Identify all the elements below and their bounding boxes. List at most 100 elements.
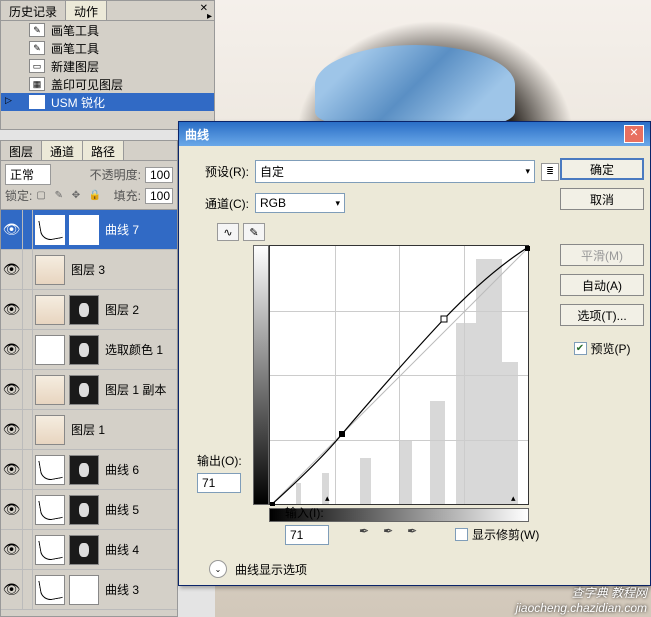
layer-thumb[interactable] [35, 575, 65, 605]
panel-menu-icon[interactable]: ▸ [207, 11, 212, 22]
mask-thumb[interactable] [69, 215, 99, 245]
eyedropper-gray-icon[interactable]: ✒ [383, 524, 393, 538]
fill-input[interactable]: 100 [145, 188, 173, 204]
channel-value: RGB [260, 196, 286, 210]
link-column [23, 570, 33, 609]
mask-thumb[interactable] [69, 455, 99, 485]
layer-name-label: 图层 1 副本 [105, 381, 177, 398]
expand-options-icon[interactable]: ⌄ [209, 560, 227, 578]
fill-label: 填充: [114, 187, 141, 204]
input-input[interactable] [285, 525, 329, 545]
options-button[interactable]: 选项(T)... [560, 304, 644, 326]
layer-thumb[interactable] [35, 335, 65, 365]
mask-thumb[interactable] [69, 535, 99, 565]
curve-graph[interactable] [269, 245, 529, 505]
layer-thumb[interactable] [35, 495, 65, 525]
tab-history[interactable]: 历史记录 [1, 1, 66, 20]
layers-panel: 图层 通道 路径 正常 不透明度: 100 锁定: ▢ ✎ ✥ 🔒 填充: 10… [0, 140, 178, 617]
mask-thumb[interactable] [69, 495, 99, 525]
mask-thumb[interactable] [69, 335, 99, 365]
slider-marker-icon[interactable]: ▴ [511, 493, 516, 504]
history-item[interactable]: ✎画笔工具 [1, 39, 214, 57]
layer-name-label: 曲线 7 [105, 221, 177, 238]
lock-label: 锁定: [5, 187, 32, 204]
layer-thumb[interactable] [35, 455, 65, 485]
chevron-down-icon: ▾ [335, 198, 340, 209]
visibility-eye-icon[interactable]: 👁 [1, 210, 23, 249]
preset-select[interactable]: 自定 ▾ [255, 160, 535, 183]
layer-row[interactable]: 👁 曲线 4 [1, 530, 177, 570]
layer-name-label: 曲线 4 [105, 541, 177, 558]
layer-thumb[interactable] [35, 215, 65, 245]
smooth-button: 平滑(M) [560, 244, 644, 266]
layer-row[interactable]: 👁曲线 5 [1, 490, 177, 530]
curve-line [270, 246, 530, 506]
visibility-eye-icon[interactable]: 👁 [1, 570, 23, 609]
channel-select[interactable]: RGB ▾ [255, 193, 345, 213]
history-item[interactable]: ▦盖印可见图层 [1, 75, 214, 93]
eyedropper-white-icon[interactable]: ✒ [407, 524, 417, 538]
blend-mode-select[interactable]: 正常 [5, 164, 51, 185]
visibility-eye-icon[interactable]: 👁 [1, 490, 23, 529]
link-column [23, 370, 33, 409]
link-column [23, 490, 33, 529]
tab-layers[interactable]: 图层 [1, 141, 42, 160]
layer-row[interactable]: 👁图层 1 [1, 410, 177, 450]
history-item[interactable]: ▭新建图层 [1, 57, 214, 75]
mask-thumb[interactable] [69, 575, 99, 605]
tab-actions[interactable]: 动作 [66, 1, 107, 20]
cancel-button[interactable]: 取消 [560, 188, 644, 210]
history-item[interactable]: ▤USM 锐化 [1, 93, 214, 111]
layer-row[interactable]: 👁 图层 1 副本 [1, 370, 177, 410]
layer-thumb[interactable] [35, 535, 65, 565]
brush-icon: ✎ [29, 41, 45, 55]
layer-row[interactable]: 👁图层 3 [1, 250, 177, 290]
preview-checkbox[interactable]: ✔ [574, 342, 587, 355]
visibility-eye-icon[interactable]: 👁 [1, 290, 23, 329]
layer-row[interactable]: 👁 曲线 7 [1, 210, 177, 250]
show-clip-label: 显示修剪(W) [472, 526, 539, 543]
brush-icon: ✎ [29, 23, 45, 37]
channel-label: 通道(C): [193, 195, 249, 212]
history-item[interactable]: ✎画笔工具 [1, 21, 214, 39]
show-clip-checkbox[interactable] [455, 528, 468, 541]
chevron-down-icon: ▾ [525, 166, 530, 177]
visibility-eye-icon[interactable]: 👁 [1, 250, 23, 289]
eyedropper-black-icon[interactable]: ✒ [359, 524, 369, 538]
link-column [23, 330, 33, 369]
tab-paths[interactable]: 路径 [83, 141, 124, 160]
input-label: 输入(I): [285, 504, 329, 521]
mask-thumb[interactable] [69, 295, 99, 325]
lock-icons[interactable]: ▢ ✎ ✥ 🔒 [36, 190, 104, 201]
slider-marker-icon[interactable]: ▴ [325, 493, 330, 504]
layer-row[interactable]: 👁图层 2 [1, 290, 177, 330]
history-marker-icon: ▷ [5, 95, 12, 106]
layer-thumb[interactable] [35, 255, 65, 285]
opacity-input[interactable]: 100 [145, 167, 173, 183]
filter-icon: ▤ [29, 95, 45, 109]
close-icon[interactable]: ✕ [624, 125, 644, 143]
preview-label: 预览(P) [591, 340, 631, 357]
ok-button[interactable]: 确定 [560, 158, 644, 180]
dialog-titlebar[interactable]: 曲线 ✕ [179, 122, 650, 146]
pencil-tool-icon[interactable]: ✎ [243, 223, 265, 241]
layer-name-label: 曲线 3 [105, 581, 177, 598]
layer-thumb[interactable] [35, 295, 65, 325]
layer-row[interactable]: 👁选取颜色 1 [1, 330, 177, 370]
layer-row[interactable]: 👁 曲线 3 [1, 570, 177, 610]
tab-channels[interactable]: 通道 [42, 141, 83, 160]
layer-thumb[interactable] [35, 415, 65, 445]
layer-name-label: 曲线 6 [105, 461, 177, 478]
mask-thumb[interactable] [69, 375, 99, 405]
visibility-eye-icon[interactable]: 👁 [1, 450, 23, 489]
layer-thumb[interactable] [35, 375, 65, 405]
visibility-eye-icon[interactable]: 👁 [1, 410, 23, 449]
output-input[interactable] [197, 473, 241, 493]
visibility-eye-icon[interactable]: 👁 [1, 370, 23, 409]
output-label: 输出(O): [197, 452, 242, 469]
curve-tool-icon[interactable]: ∿ [217, 223, 239, 241]
auto-button[interactable]: 自动(A) [560, 274, 644, 296]
visibility-eye-icon[interactable]: 👁 [1, 530, 23, 569]
visibility-eye-icon[interactable]: 👁 [1, 330, 23, 369]
layer-row[interactable]: 👁 曲线 6 [1, 450, 177, 490]
